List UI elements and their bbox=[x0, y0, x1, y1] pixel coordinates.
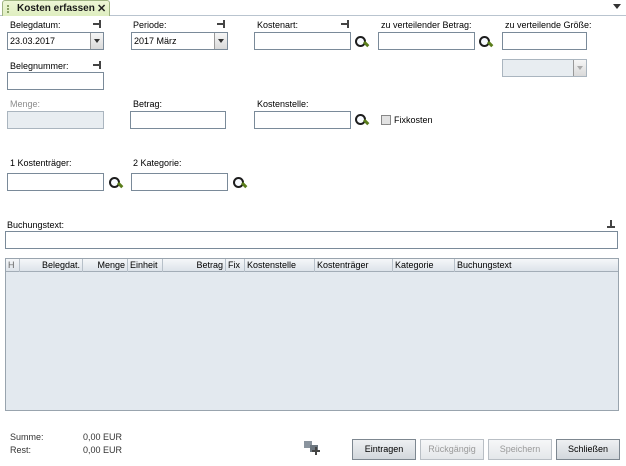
summe-label: Summe: bbox=[10, 432, 44, 442]
belegdatum-combo[interactable]: 23.03.2017 bbox=[7, 32, 104, 50]
bookings-table[interactable]: H Belegdat. Menge Einheit Betrag Fix Kos… bbox=[5, 258, 619, 411]
belegnummer-label: Belegnummer: bbox=[10, 61, 69, 71]
summe-value: 0,00 EUR bbox=[83, 432, 123, 442]
group-add-icon[interactable] bbox=[304, 440, 322, 456]
table-header: H Belegdat. Menge Einheit Betrag Fix Kos… bbox=[6, 259, 618, 272]
kategorie-label: 2 Kategorie: bbox=[133, 158, 182, 168]
periode-label: Periode: bbox=[133, 20, 167, 30]
rest-value: 0,00 EUR bbox=[83, 445, 123, 455]
eintragen-button[interactable]: Eintragen bbox=[352, 439, 416, 460]
buchungstext-label: Buchungstext: bbox=[7, 220, 65, 230]
menge-input bbox=[7, 111, 104, 129]
column-header-betrag[interactable]: Betrag bbox=[163, 259, 226, 272]
column-header-buchungstext[interactable]: Buchungstext bbox=[455, 259, 618, 272]
schliessen-button[interactable]: Schließen bbox=[556, 439, 620, 460]
kostentraeger-label: 1 Kostenträger: bbox=[10, 158, 72, 168]
chevron-down-icon[interactable] bbox=[214, 33, 227, 49]
kostenart-label: Kostenart: bbox=[257, 20, 299, 30]
belegdatum-label: Belegdatum: bbox=[10, 20, 61, 30]
belegnummer-input[interactable] bbox=[7, 72, 104, 90]
kostentraeger-input[interactable] bbox=[7, 173, 104, 191]
chevron-down-icon[interactable] bbox=[90, 33, 103, 49]
search-icon[interactable] bbox=[354, 35, 368, 49]
zu-verteilende-groesse-input[interactable] bbox=[502, 32, 587, 50]
kostenstelle-label: Kostenstelle: bbox=[257, 99, 309, 109]
fixkosten-checkbox[interactable] bbox=[381, 115, 391, 125]
column-header-kostentraeger[interactable]: Kostenträger bbox=[315, 259, 393, 272]
column-header-kostenstelle[interactable]: Kostenstelle bbox=[245, 259, 315, 272]
zu-verteilende-groesse-combo[interactable] bbox=[502, 59, 587, 77]
pin-icon[interactable] bbox=[93, 20, 103, 28]
search-icon[interactable] bbox=[354, 113, 368, 127]
belegdatum-value: 23.03.2017 bbox=[10, 36, 56, 46]
column-header-menge[interactable]: Menge bbox=[83, 259, 128, 272]
column-header-belegdat[interactable]: Belegdat. bbox=[20, 259, 83, 272]
chevron-down-icon[interactable] bbox=[573, 60, 586, 76]
search-icon[interactable] bbox=[232, 176, 246, 190]
zu-verteilender-betrag-label: zu verteilender Betrag: bbox=[381, 20, 472, 30]
pin-icon[interactable] bbox=[607, 220, 615, 230]
pin-icon[interactable] bbox=[341, 20, 351, 28]
search-icon[interactable] bbox=[108, 176, 122, 190]
fixkosten-label: Fixkosten bbox=[394, 115, 433, 125]
betrag-label: Betrag: bbox=[133, 99, 163, 109]
column-header-kategorie[interactable]: Kategorie bbox=[393, 259, 455, 272]
tab-menu-arrow-icon[interactable] bbox=[613, 4, 621, 9]
search-icon[interactable] bbox=[478, 35, 492, 49]
kostenstelle-input[interactable] bbox=[254, 111, 351, 129]
tab-label: Kosten erfassen bbox=[17, 3, 95, 14]
pin-icon[interactable] bbox=[93, 61, 103, 69]
rueckgaengig-button[interactable]: Rückgängig bbox=[420, 439, 484, 460]
close-icon[interactable]: ✕ bbox=[97, 2, 106, 15]
zu-verteilender-betrag-input[interactable] bbox=[378, 32, 475, 50]
betrag-input[interactable] bbox=[130, 111, 226, 129]
speichern-button[interactable]: Speichern bbox=[488, 439, 552, 460]
tab-strip: Kosten erfassen ✕ bbox=[0, 0, 626, 16]
rest-label: Rest: bbox=[10, 445, 32, 455]
column-header-einheit[interactable]: Einheit bbox=[128, 259, 163, 272]
tab-grip-icon bbox=[7, 5, 13, 13]
zu-verteilende-groesse-label: zu verteilende Größe: bbox=[505, 20, 592, 30]
pin-icon[interactable] bbox=[217, 20, 227, 28]
column-header-h[interactable]: H bbox=[6, 259, 20, 272]
tab-kosten-erfassen[interactable]: Kosten erfassen ✕ bbox=[2, 0, 110, 16]
kategorie-input[interactable] bbox=[131, 173, 228, 191]
periode-combo[interactable]: 2017 März bbox=[131, 32, 228, 50]
periode-value: 2017 März bbox=[134, 36, 177, 46]
kostenart-input[interactable] bbox=[254, 32, 351, 50]
buchungstext-input[interactable] bbox=[5, 231, 618, 249]
column-header-fix[interactable]: Fix bbox=[226, 259, 245, 272]
menge-label: Menge: bbox=[10, 99, 41, 109]
